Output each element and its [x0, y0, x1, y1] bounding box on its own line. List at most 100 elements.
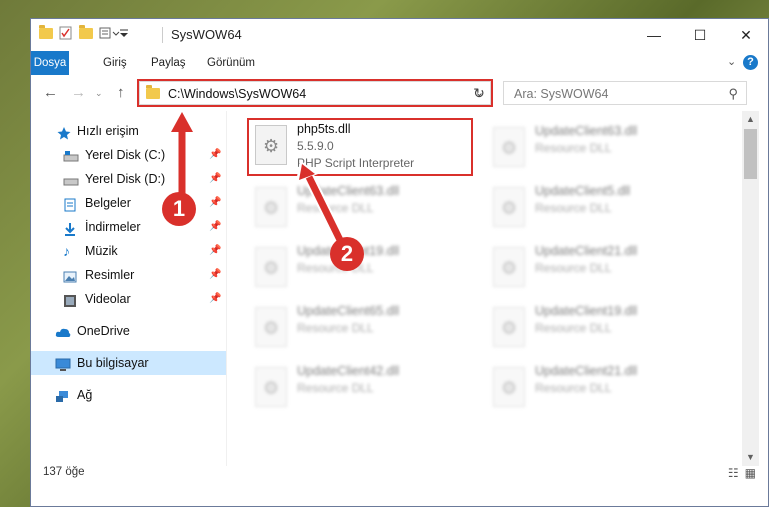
dll-file-icon	[255, 367, 287, 407]
dll-file-icon	[493, 247, 525, 287]
sidebar-item-quick-access[interactable]: Hızlı erişim	[31, 119, 226, 143]
file-item[interactable]: UpdateClient65.dll Resource DLL	[249, 301, 469, 357]
pin-icon[interactable]: 📌	[209, 167, 221, 191]
sidebar-item-network[interactable]: Ağ	[31, 383, 226, 407]
forward-icon[interactable]: →	[71, 84, 86, 101]
expand-ribbon-icon[interactable]: ⌄	[727, 55, 736, 68]
pin-icon[interactable]: 📌	[209, 215, 221, 239]
sidebar-item-videos[interactable]: Videolar 📌	[31, 287, 226, 311]
new-folder-icon[interactable]	[79, 24, 93, 39]
file-type: Resource DLL	[535, 141, 612, 155]
file-name: UpdateClient42.dll	[297, 364, 400, 378]
tab-view[interactable]: Görünüm	[197, 51, 265, 75]
quick-access-toolbar	[39, 24, 133, 40]
file-item[interactable]: UpdateClient19.dll Resource DLL	[487, 301, 707, 357]
file-type: Resource DLL	[297, 201, 374, 215]
customize-toolbar-icon[interactable]	[99, 26, 120, 40]
sidebar-item-downloads[interactable]: İndirmeler 📌	[31, 215, 226, 239]
sidebar-item-onedrive[interactable]: OneDrive	[31, 319, 226, 343]
sidebar-item-label: Yerel Disk (C:)	[85, 148, 166, 162]
dll-file-icon	[493, 127, 525, 167]
search-icon[interactable]: ⚲	[728, 86, 738, 102]
up-icon[interactable]: ↑	[117, 84, 125, 101]
ribbon-tabs: Dosya Giriş Paylaş Görünüm ⌄ ?	[31, 51, 768, 107]
file-item[interactable]: UpdateClient21.dll Resource DLL	[487, 241, 707, 297]
recent-locations-icon[interactable]: ⌄	[95, 88, 103, 99]
tab-share[interactable]: Paylaş	[141, 51, 196, 75]
properties-icon[interactable]	[59, 26, 73, 40]
callout-2: 2	[330, 237, 364, 271]
scroll-thumb[interactable]	[744, 129, 757, 179]
sidebar-item-pictures[interactable]: Resimler 📌	[31, 263, 226, 287]
sidebar-item-drive-d[interactable]: Yerel Disk (D:) 📌	[31, 167, 226, 191]
dll-file-icon	[493, 367, 525, 407]
file-name: UpdateClient21.dll	[535, 364, 638, 378]
file-item[interactable]: UpdateClient63.dll Resource DLL	[249, 181, 469, 237]
file-type: Resource DLL	[297, 321, 374, 335]
address-highlight-box	[137, 79, 493, 107]
file-type: Resource DLL	[535, 201, 612, 215]
scroll-down-icon[interactable]: ▼	[742, 449, 759, 466]
file-item[interactable]: UpdateClient42.dll Resource DLL	[249, 361, 469, 417]
computer-icon	[55, 356, 71, 371]
dropdown-icon[interactable]	[119, 26, 133, 40]
navigation-bar: ← → ⌄ ↑ C:\Windows\SysWOW64 ⌄ ↻ Ara: Sys…	[31, 75, 768, 111]
cloud-icon	[55, 324, 71, 338]
file-highlight-box	[247, 118, 473, 176]
search-input[interactable]: Ara: SysWOW64 ⚲	[503, 81, 747, 105]
view-buttons: ☷ ▦	[728, 466, 756, 480]
minimize-button[interactable]: —	[631, 19, 677, 51]
drive-icon	[63, 148, 79, 162]
file-item[interactable]: UpdateClient5.dll Resource DLL	[487, 181, 707, 237]
title-bar: SysWOW64 — ☐ ✕	[31, 19, 768, 51]
close-button[interactable]: ✕	[723, 19, 768, 51]
pin-icon[interactable]: 📌	[209, 143, 221, 167]
pin-icon[interactable]: 📌	[209, 191, 221, 215]
file-name: UpdateClient19.dll	[535, 304, 638, 318]
sidebar-item-label: Hızlı erişim	[77, 124, 139, 138]
sidebar-item-label: Resimler	[85, 268, 135, 282]
file-name: UpdateClient21.dll	[535, 244, 638, 258]
file-type: Resource DLL	[297, 381, 374, 395]
sidebar-item-documents[interactable]: Belgeler 📌	[31, 191, 226, 215]
star-icon	[57, 124, 71, 140]
pin-icon[interactable]: 📌	[209, 239, 221, 263]
maximize-button[interactable]: ☐	[677, 19, 723, 51]
scroll-up-icon[interactable]: ▲	[742, 111, 759, 128]
dll-file-icon	[493, 307, 525, 347]
file-item[interactable]: UpdateClient63.dll Resource DLL	[487, 121, 707, 177]
file-name: UpdateClient63.dll	[297, 184, 400, 198]
sidebar-item-this-pc[interactable]: Bu bilgisayar	[31, 351, 226, 375]
large-icons-view-icon[interactable]: ▦	[745, 466, 756, 480]
search-placeholder: Ara: SysWOW64	[514, 87, 609, 101]
sidebar-item-drive-c[interactable]: Yerel Disk (C:) 📌	[31, 143, 226, 167]
vertical-scrollbar[interactable]: ▲ ▼	[742, 111, 759, 466]
file-type: Resource DLL	[535, 381, 612, 395]
file-list: php5ts.dll 5.5.9.0 PHP Script Interprete…	[227, 111, 742, 466]
tab-home[interactable]: Giriş	[93, 51, 137, 75]
title-separator	[162, 27, 163, 43]
documents-icon	[63, 196, 77, 212]
sidebar-item-label: Müzik	[85, 244, 118, 258]
sidebar-item-label: Bu bilgisayar	[77, 356, 149, 370]
file-item[interactable]: UpdateClient21.dll Resource DLL	[487, 361, 707, 417]
help-icon[interactable]: ?	[743, 55, 758, 70]
file-name: UpdateClient63.dll	[535, 124, 638, 138]
callout-1: 1	[162, 192, 196, 226]
file-type: Resource DLL	[535, 261, 612, 275]
sidebar-item-label: Ağ	[77, 388, 93, 402]
sidebar-item-label: OneDrive	[77, 324, 130, 338]
file-name: UpdateClient5.dll	[535, 184, 631, 198]
sidebar-item-label: İndirmeler	[85, 220, 141, 234]
details-view-icon[interactable]: ☷	[728, 466, 739, 480]
music-icon: ♪	[63, 243, 70, 259]
sidebar-item-music[interactable]: ♪ Müzik 📌	[31, 239, 226, 263]
pin-icon[interactable]: 📌	[209, 287, 221, 311]
sidebar-item-label: Belgeler	[85, 196, 131, 210]
window-title: SysWOW64	[171, 27, 242, 42]
dll-file-icon	[255, 307, 287, 347]
video-icon	[63, 292, 77, 307]
file-type: Resource DLL	[535, 321, 612, 335]
pin-icon[interactable]: 📌	[209, 263, 221, 287]
back-icon[interactable]: ←	[43, 84, 58, 101]
